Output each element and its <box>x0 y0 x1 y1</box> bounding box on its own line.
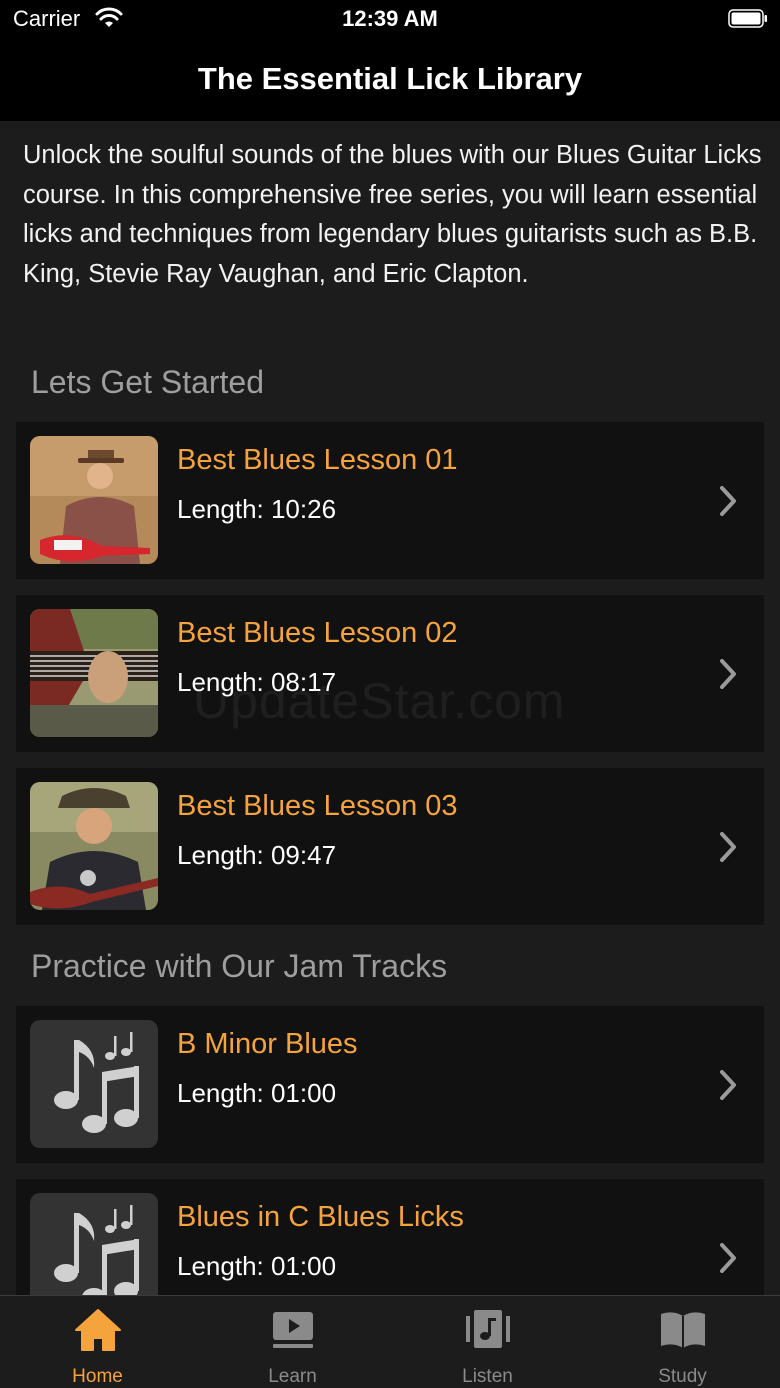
section-header-get-started: Lets Get Started <box>31 364 265 400</box>
navigation-bar: The Essential Lick Library <box>0 44 780 121</box>
music-note-icon <box>30 1020 158 1148</box>
status-bar: Carrier 12:39 AM <box>0 0 780 44</box>
tab-label: Learn <box>268 1366 317 1387</box>
tab-label: Home <box>72 1366 123 1387</box>
tab-learn[interactable]: Learn <box>195 1296 390 1388</box>
lesson-item-01[interactable]: Best Blues Lesson 01 Length: 10:26 <box>16 422 764 579</box>
clock: 12:39 AM <box>342 6 438 31</box>
lesson-length: Length: 09:47 <box>177 840 337 870</box>
tab-study[interactable]: Study <box>585 1296 780 1388</box>
chevron-right-icon <box>720 486 736 516</box>
lesson-title: Best Blues Lesson 03 <box>177 790 458 822</box>
page-title: The Essential Lick Library <box>197 61 583 96</box>
tab-home[interactable]: Home <box>0 1296 195 1388</box>
tab-bar: Home Learn Listen Study <box>0 1295 780 1388</box>
watermark: UpdateStar.com <box>193 673 566 729</box>
track-length: Length: 01:00 <box>177 1251 337 1281</box>
jam-track-item-b-minor[interactable]: B Minor Blues Length: 01:00 <box>16 1006 764 1163</box>
video-icon <box>273 1312 313 1348</box>
intro-text: Unlock the soulful sounds of the blues w… <box>23 141 762 288</box>
tab-label: Listen <box>462 1366 513 1387</box>
lesson-thumbnail <box>30 609 158 737</box>
home-icon <box>75 1309 121 1351</box>
lesson-title: Best Blues Lesson 01 <box>177 444 458 476</box>
section-header-jam-tracks: Practice with Our Jam Tracks <box>31 948 448 984</box>
battery-icon <box>728 9 767 28</box>
music-video-icon <box>466 1310 510 1348</box>
lesson-thumbnail <box>30 436 158 564</box>
track-title: Blues in C Blues Licks <box>177 1201 464 1233</box>
chevron-right-icon <box>720 1243 736 1273</box>
lesson-thumbnail <box>30 782 158 910</box>
chevron-right-icon <box>720 659 736 689</box>
chevron-right-icon <box>720 832 736 862</box>
tab-label: Study <box>658 1366 707 1387</box>
book-icon <box>661 1312 705 1348</box>
lesson-item-03[interactable]: Best Blues Lesson 03 Length: 09:47 <box>16 768 764 925</box>
track-length: Length: 01:00 <box>177 1078 337 1108</box>
chevron-right-icon <box>720 1070 736 1100</box>
lesson-title: Best Blues Lesson 02 <box>177 617 458 649</box>
tab-listen[interactable]: Listen <box>390 1296 585 1388</box>
lesson-length: Length: 10:26 <box>177 494 337 524</box>
track-title: B Minor Blues <box>177 1028 358 1060</box>
